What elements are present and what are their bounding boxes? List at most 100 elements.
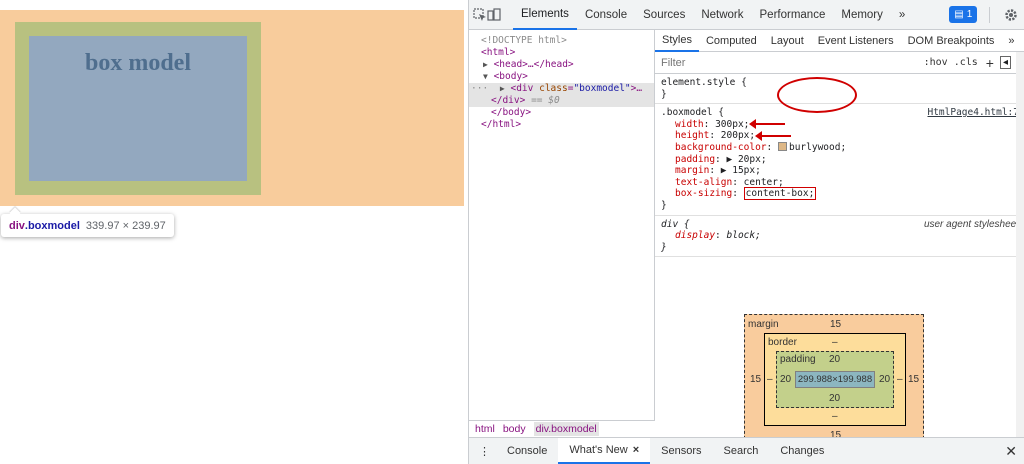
drawer-menu-icon[interactable]: ⋮ <box>469 438 496 464</box>
prop-name: display <box>675 230 716 242</box>
prop-name: height <box>675 130 710 142</box>
stylesheet-source-link[interactable]: HtmlPage4.html:7 <box>927 107 1019 118</box>
breadcrumb: html body div.boxmodel <box>469 420 655 437</box>
expand-triangle-icon[interactable]: ▶ <box>483 60 488 69</box>
prop-name: box-sizing <box>675 188 733 200</box>
device-toolbar-icon[interactable] <box>487 4 501 26</box>
gear-icon[interactable] <box>1000 4 1022 26</box>
body-close-line[interactable]: </body> <box>469 107 654 119</box>
padding-bottom-value[interactable]: 20 <box>829 393 840 404</box>
expand-triangle-icon[interactable]: ▶ <box>500 84 505 93</box>
border-right-value[interactable]: – <box>897 374 903 385</box>
border-left-value[interactable]: – <box>767 374 773 385</box>
tab-performance[interactable]: Performance <box>752 0 834 30</box>
prop-margin[interactable]: margin: ▶ 15px; <box>661 165 1019 177</box>
tab-dom-breakpoints[interactable]: DOM Breakpoints <box>901 30 1002 52</box>
prop-width[interactable]: width: 300px; <box>661 119 1019 131</box>
padding-label: padding <box>780 354 816 365</box>
body-tag: <body> <box>493 71 528 82</box>
styles-scrollbar[interactable] <box>1016 52 1024 437</box>
drawer-tab-whats-new[interactable]: What's New × <box>558 438 651 464</box>
border-top-value[interactable]: – <box>832 337 838 348</box>
dots-menu-icon[interactable]: ··· <box>471 83 488 94</box>
tab-network[interactable]: Network <box>693 0 751 30</box>
prop-name: width <box>675 118 704 130</box>
annotation-arrow <box>755 131 791 142</box>
issues-badge[interactable]: ▤ 1 <box>949 6 978 23</box>
box-model-margin[interactable]: margin 15 15 15 15 border – – – – paddin… <box>744 314 924 444</box>
head-line[interactable]: ▶ <head>…</head> <box>469 59 654 71</box>
close-drawer-icon[interactable]: ✕ <box>1005 443 1017 460</box>
doctype-line[interactable]: <!DOCTYPE html> <box>469 35 654 47</box>
toggle-sidebar-icon[interactable]: ◂ <box>999 56 1011 69</box>
tab-layout[interactable]: Layout <box>764 30 811 52</box>
box-model-content[interactable]: 299.988×199.988 <box>795 371 875 388</box>
issues-count: 1 <box>966 9 973 20</box>
new-rule-icon[interactable]: + <box>986 55 994 71</box>
breadcrumb-body[interactable]: body <box>503 423 526 435</box>
hov-cls-toggle[interactable]: :hov .cls <box>924 57 978 68</box>
prop-value: burlywood; <box>788 141 847 153</box>
padding-left-value[interactable]: 20 <box>780 374 791 385</box>
prop-value: 300px; <box>715 118 750 130</box>
devtools-drawer: ⋮ Console What's New × Sensors Search Ch… <box>469 437 1024 464</box>
prop-name: margin <box>675 165 710 177</box>
padding-right-value[interactable]: 20 <box>879 374 890 385</box>
inspect-element-icon[interactable] <box>473 4 487 26</box>
prop-value: ▶ 15px; <box>720 165 761 177</box>
selected-marker: == $0 <box>531 95 560 106</box>
breadcrumb-div-boxmodel[interactable]: div.boxmodel <box>533 422 599 436</box>
selected-node[interactable]: ··· ▶ <div class="boxmodel">… </div> == … <box>469 83 654 107</box>
head-tag: <head>…</head> <box>493 59 574 70</box>
tab-sources[interactable]: Sources <box>635 0 693 30</box>
prop-name: padding <box>675 153 716 165</box>
border-bottom-value[interactable]: – <box>832 411 838 422</box>
breadcrumb-html[interactable]: html <box>475 423 495 435</box>
margin-left-value[interactable]: 15 <box>750 374 761 385</box>
annotation-arrow <box>749 119 785 130</box>
prop-padding[interactable]: padding: ▶ 20px; <box>661 154 1019 166</box>
margin-top-value[interactable]: 15 <box>830 319 841 330</box>
prop-background-color[interactable]: background-color: burlywood; <box>661 141 1019 154</box>
styles-subtabs: Styles Computed Layout Event Listeners D… <box>655 30 1024 52</box>
styles-pane: Styles Computed Layout Event Listeners D… <box>655 30 1024 444</box>
tab-elements[interactable]: Elements <box>513 0 577 30</box>
highlighted-prop-value: content-box; <box>743 187 817 201</box>
more-tabs-button[interactable]: » <box>891 0 913 30</box>
collapse-triangle-icon[interactable]: ▼ <box>483 72 488 81</box>
prop-height[interactable]: height: 200px; <box>661 130 1019 142</box>
tooltip-tag: div <box>9 219 25 232</box>
box-model-border[interactable]: border – – – – padding 20 20 20 20 299.9… <box>764 333 906 426</box>
margin-label: margin <box>748 319 779 330</box>
prop-value: ▶ 20px; <box>726 153 767 165</box>
prop-value: 200px; <box>720 130 756 142</box>
drawer-tab-sensors[interactable]: Sensors <box>650 438 712 464</box>
prop-box-sizing[interactable]: box-sizing: content-box; <box>661 187 1019 201</box>
tab-console[interactable]: Console <box>577 0 635 30</box>
page-viewport: box model div .boxmodel 339.97 × 239.97 <box>0 0 468 464</box>
html-close-line[interactable]: </html> <box>469 119 654 131</box>
color-swatch[interactable] <box>777 141 787 151</box>
tab-memory[interactable]: Memory <box>833 0 891 30</box>
div-attr-name: class <box>539 83 568 94</box>
devtools-panel: Elements Console Sources Network Perform… <box>468 0 1024 464</box>
more-subtabs-button[interactable]: » <box>1001 30 1021 52</box>
html-open-line[interactable]: <html> <box>469 47 654 59</box>
tab-computed[interactable]: Computed <box>699 30 764 52</box>
box-model-padding[interactable]: padding 20 20 20 20 299.988×199.988 <box>776 351 894 408</box>
boxmodel-div[interactable]: box model <box>29 36 247 181</box>
prop-text-align[interactable]: text-align: center; <box>661 177 1019 189</box>
rule-close-brace: } <box>661 241 667 253</box>
styles-filter-input[interactable] <box>661 56 924 69</box>
tab-styles[interactable]: Styles <box>655 30 699 52</box>
div-tag-rest: >… <box>630 83 643 94</box>
body-open-line[interactable]: ▼ <body> <box>469 71 654 83</box>
margin-right-value[interactable]: 15 <box>908 374 919 385</box>
devtools-tabbar: Elements Console Sources Network Perform… <box>469 0 1024 30</box>
drawer-tab-changes[interactable]: Changes <box>769 438 835 464</box>
close-tab-icon[interactable]: × <box>633 444 639 456</box>
padding-top-value[interactable]: 20 <box>829 354 840 365</box>
drawer-tab-console[interactable]: Console <box>496 438 558 464</box>
drawer-tab-search[interactable]: Search <box>713 438 770 464</box>
tab-event-listeners[interactable]: Event Listeners <box>811 30 901 52</box>
